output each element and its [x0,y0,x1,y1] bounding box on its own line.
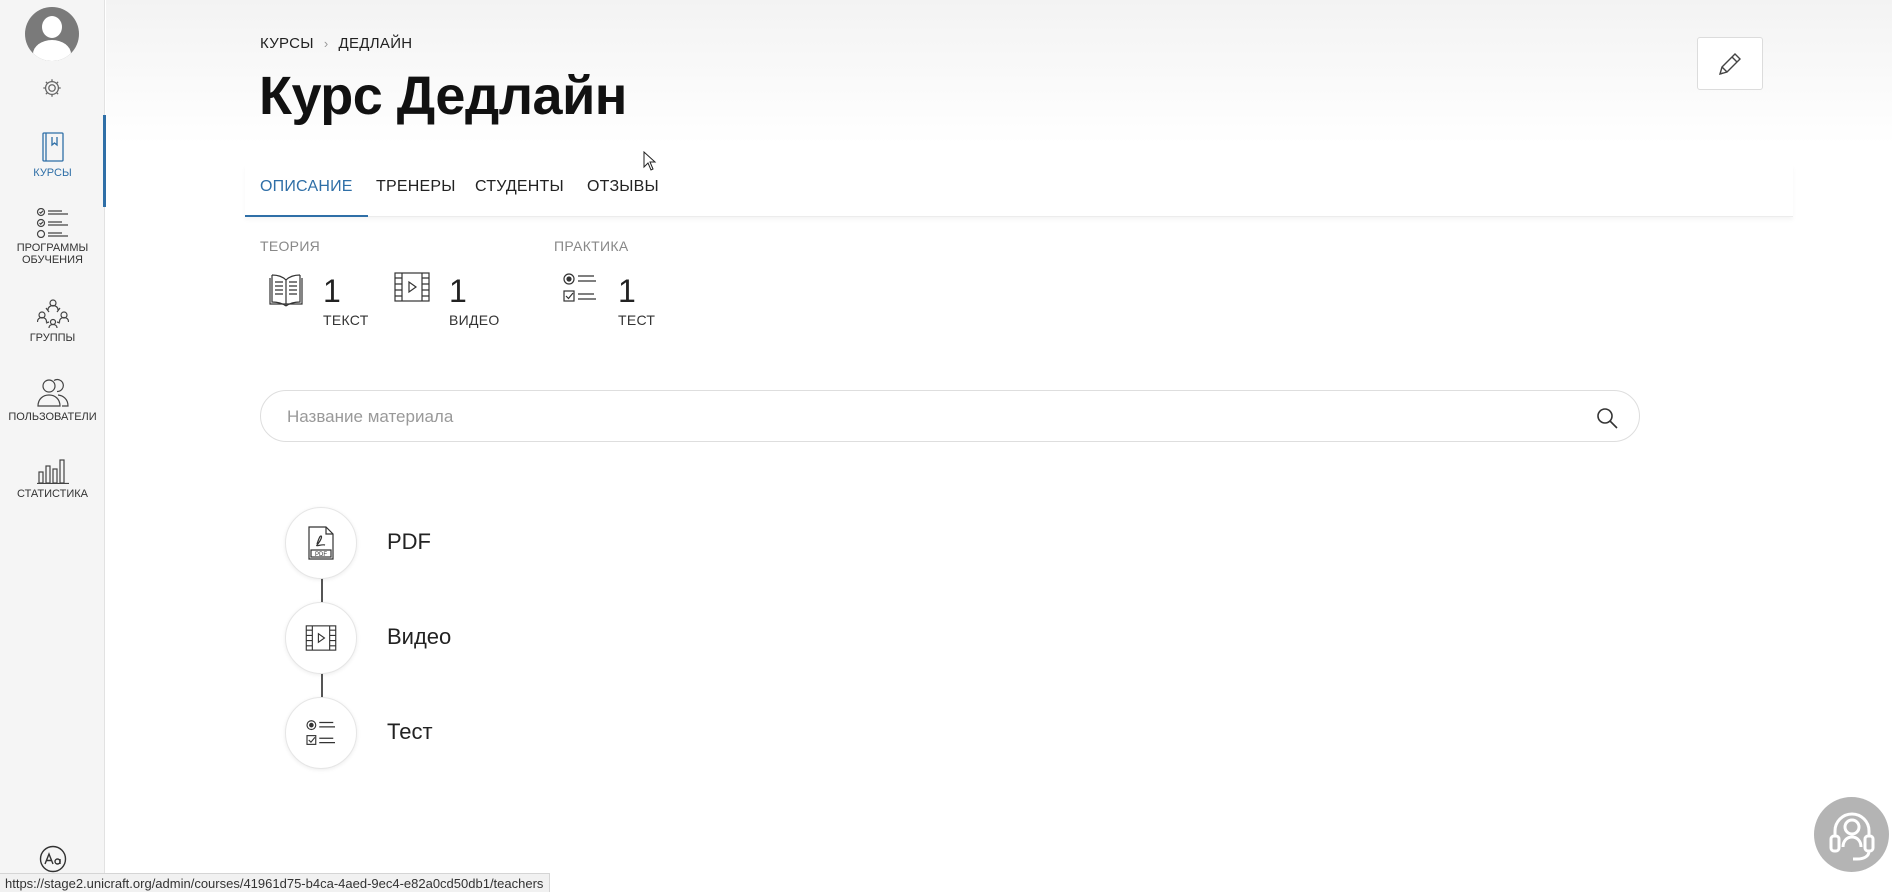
sidebar-item-programs[interactable]: ПРОГРАММЫ ОБУЧЕНИЯ [0,208,105,266]
stat-test-caption: ТЕСТ [618,312,656,328]
user-avatar[interactable] [25,7,79,61]
sidebar-item-statistics[interactable]: СТАТИСТИКА [0,458,105,500]
font-size-icon[interactable] [39,845,67,873]
material-item-pdf[interactable]: PDF PDF [285,507,885,579]
practice-label: ПРАКТИКА [554,238,629,254]
tab-trainers[interactable]: ТРЕНЕРЫ [361,178,471,217]
material-icon-circle [285,697,357,769]
material-item-video[interactable]: Видео [285,602,885,674]
stat-text-count: 1 [323,273,341,309]
bar-chart-icon [36,459,69,484]
group-icon [36,299,69,328]
pdf-icon: PDF [308,526,334,560]
test-icon [563,273,596,302]
checklist-icon [36,208,68,238]
stat-text-caption: ТЕКСТ [323,312,369,328]
tab-description[interactable]: ОПИСАНИЕ [245,178,368,217]
timeline-connector [321,578,323,604]
svg-text:PDF: PDF [315,552,327,558]
sidebar-item-users[interactable]: ПОЛЬЗОВАТЕЛИ [0,377,105,423]
support-button[interactable] [1814,797,1889,872]
breadcrumb-item-current: ДЕДЛАЙН [338,35,413,52]
pencil-icon [1718,52,1741,75]
book-icon [41,132,64,162]
page-title: Курс Дедлайн [259,66,627,126]
gear-icon[interactable] [41,77,63,99]
headset-icon [1829,812,1874,860]
breadcrumb: КУРСЫ › ДЕДЛАЙН [260,35,412,52]
video-icon [305,625,337,651]
material-label-video: Видео [387,624,452,649]
chevron-right-icon: › [323,36,329,51]
theory-label: ТЕОРИЯ [260,238,321,254]
material-icon-circle: PDF [285,507,357,579]
test-icon [306,720,335,745]
material-icon-circle [285,602,357,674]
stat-video-caption: ВИДЕО [449,312,500,328]
sidebar: КУРСЫ ПРОГРАММЫ ОБУЧЕНИЯ ГРУППЫ ПОЛЬЗОВА… [0,0,106,892]
stat-test-count: 1 [618,273,636,309]
material-label-pdf: PDF [387,529,431,554]
search-icon[interactable] [1595,406,1619,430]
search-bar [260,390,1640,442]
video-icon [394,272,430,302]
material-item-test[interactable]: Тест [285,697,885,769]
sidebar-item-courses[interactable]: КУРСЫ [0,115,106,207]
mouse-cursor-icon [643,151,657,171]
search-input[interactable] [287,405,1567,429]
edit-button[interactable] [1697,37,1763,90]
timeline-connector [321,672,323,698]
breadcrumb-item-courses[interactable]: КУРСЫ [260,35,314,52]
tab-students[interactable]: СТУДЕНТЫ [460,178,579,217]
sidebar-item-groups[interactable]: ГРУППЫ [0,298,105,344]
material-label-test: Тест [387,719,433,744]
open-book-icon [269,274,303,307]
status-url: https://stage2.unicraft.org/admin/course… [0,873,551,892]
tab-bar: ОПИСАНИЕ ТРЕНЕРЫ СТУДЕНТЫ ОТЗЫВЫ [245,165,1793,217]
users-icon [36,378,69,407]
tab-reviews[interactable]: ОТЗЫВЫ [572,178,674,217]
stat-video-count: 1 [449,273,467,309]
